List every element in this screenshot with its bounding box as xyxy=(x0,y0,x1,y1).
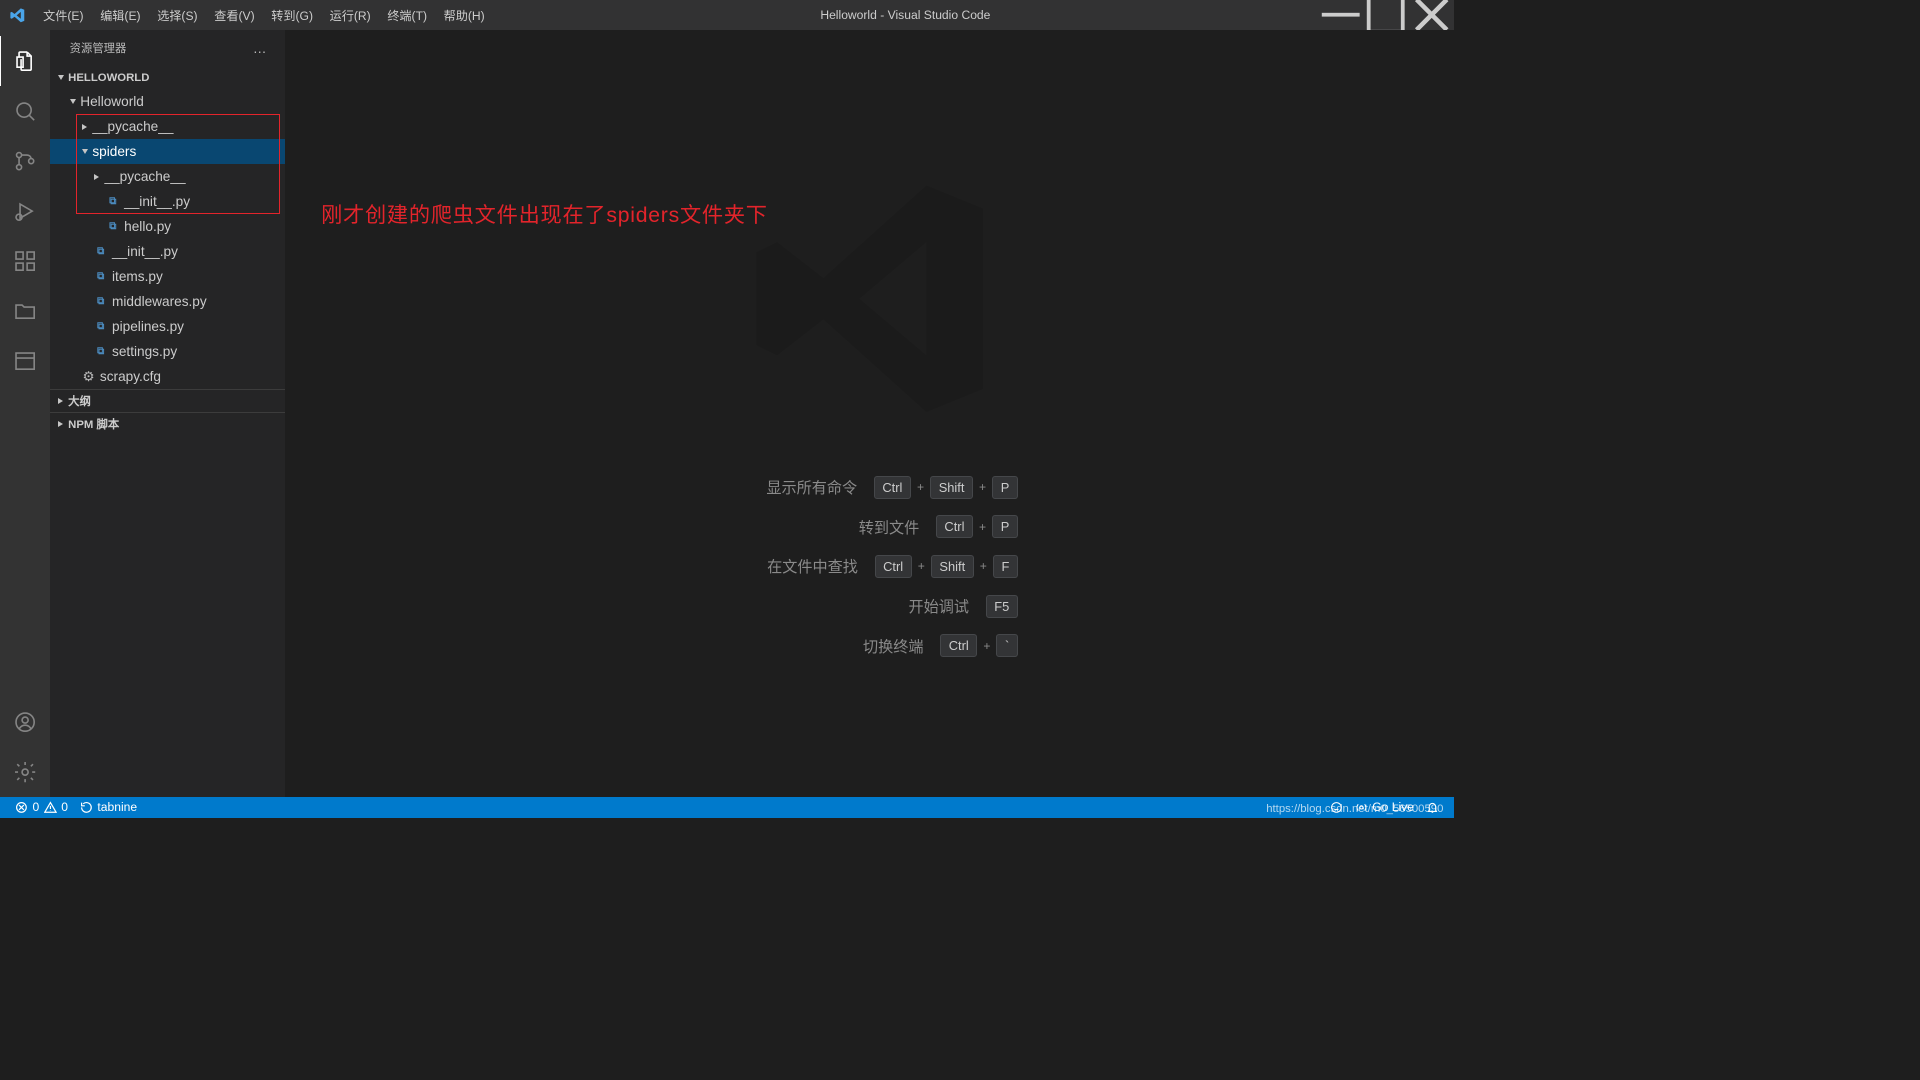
shortcut-row: 在文件中查找 Ctrl+Shift+F xyxy=(721,555,1018,578)
file-init-spiders[interactable]: ⧉ __init__.py xyxy=(50,189,285,214)
vscode-watermark-icon xyxy=(741,170,998,430)
folder-spiders[interactable]: spiders xyxy=(50,139,285,164)
python-file-icon: ⧉ xyxy=(104,196,121,207)
shortcut-keys: Ctrl+` xyxy=(940,634,1018,657)
minimize-button[interactable] xyxy=(1318,0,1363,30)
shortcut-keys: F5 xyxy=(986,595,1018,618)
keyboard-key: F xyxy=(993,555,1018,578)
menu-item[interactable]: 查看(V) xyxy=(206,0,263,30)
panel-icon[interactable] xyxy=(0,336,50,386)
sidebar-bottom-sections: 大纲 NPM 脚本 xyxy=(50,389,285,434)
window-title: Helloworld - Visual Studio Code xyxy=(493,8,1318,22)
vscode-logo-icon xyxy=(0,0,35,30)
menu-item[interactable]: 运行(R) xyxy=(321,0,379,30)
npm-scripts-section[interactable]: NPM 脚本 xyxy=(50,412,285,435)
explorer-more-icon[interactable]: … xyxy=(253,41,268,56)
menubar: 文件(E)编辑(E)选择(S)查看(V)转到(G)运行(R)终端(T)帮助(H) xyxy=(35,0,493,30)
python-file-icon: ⧉ xyxy=(92,271,109,282)
shortcut-label: 显示所有命令 xyxy=(721,476,857,498)
explorer-title: 资源管理器 xyxy=(70,40,127,56)
source-control-icon[interactable] xyxy=(0,136,50,186)
close-button[interactable] xyxy=(1409,0,1454,30)
editor-area: 刚才创建的爬虫文件出现在了spiders文件夹下 显示所有命令 Ctrl+Shif… xyxy=(285,30,1454,796)
shortcut-label: 在文件中查找 xyxy=(722,555,858,577)
shortcuts-list: 显示所有命令 Ctrl+Shift+P 转到文件 Ctrl+P 在文件中查找 Ctrl+S… xyxy=(721,476,1018,658)
python-file-icon: ⧉ xyxy=(92,246,109,257)
folder-pycache-2[interactable]: __pycache__ xyxy=(50,164,285,189)
shortcut-row: 转到文件 Ctrl+P xyxy=(721,515,1018,538)
menu-item[interactable]: 选择(S) xyxy=(149,0,206,30)
file-scrapy-cfg[interactable]: ⚙ scrapy.cfg xyxy=(50,364,285,389)
shortcut-row: 切换终端 Ctrl+` xyxy=(721,634,1018,657)
titlebar: 文件(E)编辑(E)选择(S)查看(V)转到(G)运行(R)终端(T)帮助(H)… xyxy=(0,0,1454,30)
explorer-sidebar: 资源管理器 … HELLOWORLD Helloworld __pycache_… xyxy=(50,30,285,796)
shortcut-label: 切换终端 xyxy=(787,635,923,657)
workspace-name: HELLOWORLD xyxy=(68,72,149,84)
file-settings[interactable]: ⧉ settings.py xyxy=(50,339,285,364)
shortcut-row: 开始调试 F5 xyxy=(721,595,1018,618)
annotation-text: 刚才创建的爬虫文件出现在了spiders文件夹下 xyxy=(321,198,768,229)
status-bar: 0 0 tabnine Go Live https://blog.csdn.ne… xyxy=(0,797,1454,818)
settings-gear-icon[interactable] xyxy=(0,747,50,797)
run-debug-icon[interactable] xyxy=(0,186,50,236)
keyboard-key: F5 xyxy=(986,595,1018,618)
folder-icon[interactable] xyxy=(0,286,50,336)
shortcut-keys: Ctrl+P xyxy=(936,515,1018,538)
keyboard-key: P xyxy=(992,515,1018,538)
python-file-icon: ⧉ xyxy=(92,296,109,307)
outline-section[interactable]: 大纲 xyxy=(50,389,285,412)
account-icon[interactable] xyxy=(0,697,50,747)
status-notifications-icon[interactable] xyxy=(1420,797,1445,818)
file-middlewares[interactable]: ⧉ middlewares.py xyxy=(50,289,285,314)
file-pipelines[interactable]: ⧉ pipelines.py xyxy=(50,314,285,339)
python-file-icon: ⧉ xyxy=(92,346,109,357)
keyboard-key: Ctrl xyxy=(936,515,973,538)
keyboard-key: Shift xyxy=(931,555,974,578)
file-hello[interactable]: ⧉ hello.py xyxy=(50,214,285,239)
shortcut-keys: Ctrl+Shift+F xyxy=(875,555,1018,578)
keyboard-key: ` xyxy=(996,634,1017,657)
explorer-icon[interactable] xyxy=(0,36,50,86)
status-tabnine[interactable]: tabnine xyxy=(74,797,143,818)
folder-helloworld[interactable]: Helloworld xyxy=(50,89,285,114)
python-file-icon: ⧉ xyxy=(104,221,121,232)
shortcut-label: 开始调试 xyxy=(833,595,969,617)
workspace-folder[interactable]: HELLOWORLD xyxy=(50,67,285,90)
keyboard-key: Ctrl xyxy=(875,555,912,578)
status-problems[interactable]: 0 0 xyxy=(9,797,74,818)
python-file-icon: ⧉ xyxy=(92,321,109,332)
shortcut-row: 显示所有命令 Ctrl+Shift+P xyxy=(721,476,1018,499)
folder-pycache-1[interactable]: __pycache__ xyxy=(50,114,285,139)
menu-item[interactable]: 转到(G) xyxy=(263,0,321,30)
config-file-icon: ⚙ xyxy=(80,369,97,385)
keyboard-key: P xyxy=(992,476,1018,499)
file-tree: HELLOWORLD Helloworld __pycache__ spider… xyxy=(50,67,285,390)
status-golive[interactable]: Go Live xyxy=(1349,797,1420,818)
file-items[interactable]: ⧉ items.py xyxy=(50,264,285,289)
menu-item[interactable]: 帮助(H) xyxy=(435,0,493,30)
extensions-icon[interactable] xyxy=(0,236,50,286)
window-controls xyxy=(1318,0,1454,30)
menu-item[interactable]: 编辑(E) xyxy=(92,0,149,30)
shortcut-keys: Ctrl+Shift+P xyxy=(874,476,1018,499)
status-feedback-icon[interactable] xyxy=(1324,797,1349,818)
maximize-button[interactable] xyxy=(1363,0,1408,30)
activity-bar xyxy=(0,30,50,796)
menu-item[interactable]: 文件(E) xyxy=(35,0,92,30)
file-init-root[interactable]: ⧉ __init__.py xyxy=(50,239,285,264)
menu-item[interactable]: 终端(T) xyxy=(379,0,435,30)
keyboard-key: Ctrl xyxy=(940,634,977,657)
keyboard-key: Ctrl xyxy=(874,476,911,499)
keyboard-key: Shift xyxy=(930,476,973,499)
welcome-panel: 显示所有命令 Ctrl+Shift+P 转到文件 Ctrl+P 在文件中查找 Ctrl+S… xyxy=(721,170,1018,658)
search-icon[interactable] xyxy=(0,86,50,136)
shortcut-label: 转到文件 xyxy=(783,516,919,538)
